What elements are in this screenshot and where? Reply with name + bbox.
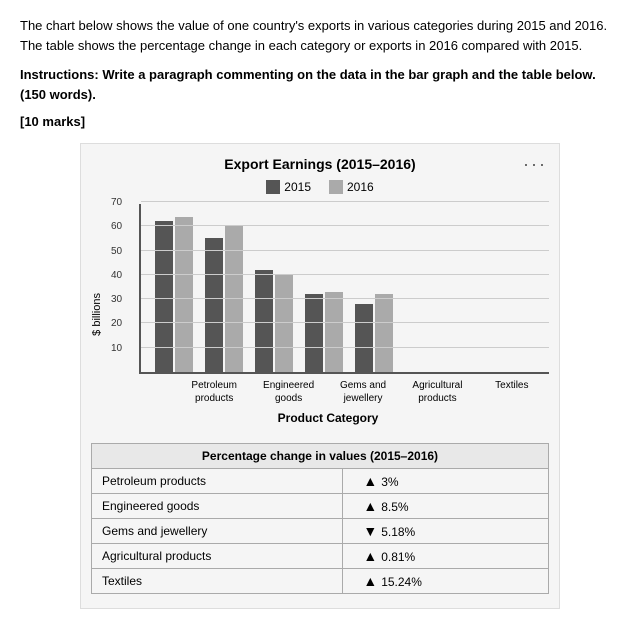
- table-row: Engineered goods ▲ 8.5%: [92, 494, 549, 519]
- marks-label: [10 marks]: [20, 114, 620, 129]
- table-value: ▲ 0.81%: [343, 544, 549, 569]
- x-label: Gems andjewellery: [326, 379, 400, 405]
- arrow-down-icon: ▼: [363, 523, 377, 539]
- grid-line: [141, 298, 549, 299]
- chart-legend: 2015 2016: [91, 180, 549, 194]
- y-tick: 70: [111, 197, 122, 208]
- y-tick: 50: [111, 246, 122, 257]
- percentage-value: 8.5%: [381, 500, 408, 514]
- y-tick: 20: [111, 318, 122, 329]
- grid-line: [141, 274, 549, 275]
- table-row: Gems and jewellery ▼ 5.18%: [92, 519, 549, 544]
- table-value: ▲ 3%: [343, 469, 549, 494]
- table-row: Petroleum products ▲ 3%: [92, 469, 549, 494]
- bar-2015: [205, 238, 223, 372]
- x-label: Petroleumproducts: [177, 379, 251, 405]
- bar-2016: [325, 292, 343, 372]
- bar-2016: [375, 294, 393, 372]
- grid-line: [141, 347, 549, 348]
- percentage-value: 0.81%: [381, 550, 415, 564]
- bar-2015: [155, 221, 173, 372]
- y-tick: 30: [111, 294, 122, 305]
- percentage-value: 3%: [381, 475, 398, 489]
- chart-inner: 10203040506070 PetroleumproductsEngineer…: [107, 204, 549, 425]
- more-options-icon[interactable]: ···: [523, 154, 547, 175]
- table-row: Agricultural products ▲ 0.81%: [92, 544, 549, 569]
- table-category: Textiles: [92, 569, 343, 594]
- table-value: ▲ 15.24%: [343, 569, 549, 594]
- y-tick: 40: [111, 270, 122, 281]
- arrow-up-icon: ▲: [363, 573, 377, 589]
- table-value: ▲ 8.5%: [343, 494, 549, 519]
- chart-title: Export Earnings (2015–2016): [91, 156, 549, 172]
- x-label: Textiles: [475, 379, 549, 405]
- intro-instruction: Instructions: Write a paragraph commenti…: [20, 65, 620, 104]
- chart-area: $ billions 10203040506070 Petroleumprodu…: [91, 204, 549, 425]
- grid-line: [141, 201, 549, 202]
- arrow-up-icon: ▲: [363, 498, 377, 514]
- table-section: Percentage change in values (2015–2016) …: [91, 443, 549, 594]
- table-body: Petroleum products ▲ 3% Engineered goods ▲ 8.…: [92, 469, 549, 594]
- bar-group: [155, 217, 193, 372]
- bar-2015: [305, 294, 323, 372]
- legend-2016: 2016: [329, 180, 374, 194]
- bar-2016: [175, 217, 193, 372]
- y-tick: 60: [111, 221, 122, 232]
- grid-line: [141, 322, 549, 323]
- table-row: Textiles ▲ 15.24%: [92, 569, 549, 594]
- table-category: Agricultural products: [92, 544, 343, 569]
- legend-2015-label: 2015: [284, 180, 311, 194]
- percentage-value: 15.24%: [381, 575, 422, 589]
- legend-2016-label: 2016: [347, 180, 374, 194]
- x-label: Agriculturalproducts: [400, 379, 474, 405]
- arrow-up-icon: ▲: [363, 548, 377, 564]
- intro-line1: The chart below shows the value of one c…: [20, 16, 620, 55]
- chart-container: ··· Export Earnings (2015–2016) 2015 201…: [80, 143, 560, 609]
- arrow-up-icon: ▲: [363, 473, 377, 489]
- x-axis-title: Product Category: [107, 411, 549, 425]
- bar-chart: 10203040506070: [139, 204, 549, 374]
- table-header: Percentage change in values (2015–2016): [92, 444, 549, 469]
- table-value: ▼ 5.18%: [343, 519, 549, 544]
- percentage-value: 5.18%: [381, 525, 415, 539]
- grid-line: [141, 225, 549, 226]
- bar-group: [355, 294, 393, 372]
- bar-group: [255, 270, 293, 372]
- bar-group: [305, 292, 343, 372]
- bar-2015: [255, 270, 273, 372]
- y-axis-label: $ billions: [91, 293, 103, 336]
- table-category: Petroleum products: [92, 469, 343, 494]
- grid-line: [141, 250, 549, 251]
- x-labels: PetroleumproductsEngineeredgoodsGems and…: [139, 379, 549, 405]
- legend-2015-box: [266, 180, 280, 194]
- x-label: Engineeredgoods: [251, 379, 325, 405]
- intro-paragraph: The chart below shows the value of one c…: [20, 16, 620, 129]
- legend-2016-box: [329, 180, 343, 194]
- table-category: Engineered goods: [92, 494, 343, 519]
- table-category: Gems and jewellery: [92, 519, 343, 544]
- y-tick: 10: [111, 343, 122, 354]
- percentage-table: Percentage change in values (2015–2016) …: [91, 443, 549, 594]
- bar-2015: [355, 304, 373, 372]
- legend-2015: 2015: [266, 180, 311, 194]
